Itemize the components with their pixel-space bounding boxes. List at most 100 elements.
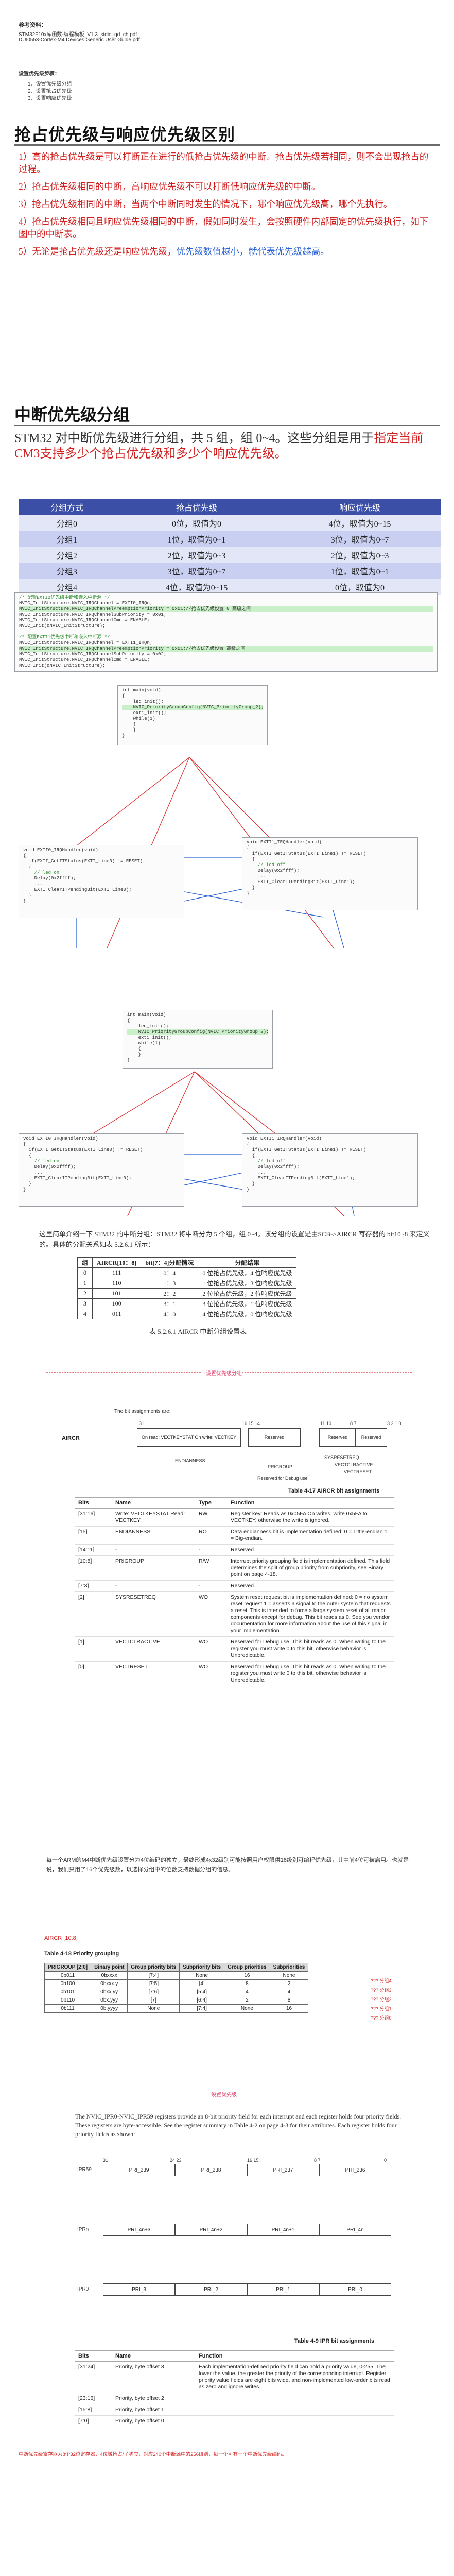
table-row: 0b100 0bxxx.y [7:5] [4] 8 2 xyxy=(44,1979,309,1988)
divider-title: 设置优先级分组 xyxy=(206,1371,242,1377)
table-cell: [2] xyxy=(75,1591,112,1637)
table-row: 3 100 3：1 3 位抢占优先级，1 位响应优先级 xyxy=(77,1298,297,1309)
field-label: PRIGROUP xyxy=(268,1464,293,1469)
code-line: { xyxy=(247,1153,255,1158)
code-text: void EXTI0_IRQHandler(void){ if(EXTI_Get… xyxy=(19,1134,184,1195)
table-cell: 2 xyxy=(269,1979,309,1988)
code-text: void EXTI0_IRQHandler(void){ if(EXTI_Get… xyxy=(19,845,184,906)
table-row: [7:3] - - Reserved. xyxy=(75,1580,394,1592)
table-row: 分组1 1位，取值为0~1 3位，取值为0~7 xyxy=(19,531,442,547)
code-line: } xyxy=(247,1187,250,1192)
nvic-config-code: /* 配置EXTI0优先级中断和嵌入中断源 */NVIC_InitStructu… xyxy=(14,592,438,672)
exti0-handler-code: void EXTI0_IRQHandler(void){ if(EXTI_Get… xyxy=(19,845,184,918)
table-cell: [7:6] xyxy=(127,1988,180,1996)
table-title: Table 4-9 IPR bit assignments xyxy=(294,2338,375,2344)
bit-label: 24 23 xyxy=(170,2158,182,2163)
chinese-note: 每一个ARM的M4中断优先级设置分为4位编码的独立，最终形成4x32级别可能按照… xyxy=(46,1857,409,1873)
bit-label: 31 xyxy=(139,1421,145,1426)
code-line: } xyxy=(23,1181,32,1187)
code-line: { xyxy=(247,845,250,851)
code-line: { xyxy=(23,1153,32,1158)
table-row: 分组0 0位，取值为0 4位，取值为0~15 xyxy=(19,515,442,531)
aircr-field: Reserved xyxy=(248,1428,301,1447)
table-cell: - xyxy=(196,1544,228,1556)
divider xyxy=(14,425,440,426)
table-row: 1 110 1：3 1 位抢占优先级，3 位响应优先级 xyxy=(77,1278,297,1289)
table-cell: 0bxx.yy xyxy=(91,1988,128,1996)
table-cell: [14:11] xyxy=(75,1544,112,1556)
table-row: 0b110 0bx.yyy [7] [6:4] 2 8 xyxy=(44,1996,309,2005)
code-line: NVIC_InitStructure.NVIC_IRQChannel = EXT… xyxy=(19,601,153,606)
table-cell: 2 xyxy=(224,1996,270,2005)
table-cell: 0b011 xyxy=(44,1971,92,1980)
table-cell: Priority, byte offset 3 xyxy=(112,2361,196,2393)
col-header: 抢占优先级 xyxy=(115,499,278,515)
reference-item: STM32F10x库函数-编程模板_V1.3_stdio_gd_ch.pdf xyxy=(19,32,137,38)
table-cell: [6:4] xyxy=(179,1996,225,2005)
rule-item: 2）抢占优先级相同的中断，高响应优先级不可以打断低响应优先级的中断。 xyxy=(19,181,321,192)
code-line: NVIC_InitStructure.NVIC_IRQChannelPreemp… xyxy=(19,646,433,652)
table-cell: [4] xyxy=(179,1979,225,1988)
code-line: NVIC_InitStructure.NVIC_IRQChannelSubPri… xyxy=(19,652,167,657)
exti1-handler-code: void EXTI1_IRQHandler(void){ if(EXTI_Get… xyxy=(242,837,418,910)
code-text: void EXTI1_IRQHandler(void){ if(EXTI_Get… xyxy=(242,1134,417,1195)
aircr-field: Reserved xyxy=(319,1428,356,1447)
code-line: EXTI_ClearITPendingBit(EXTI_Line1); xyxy=(247,1176,355,1181)
table-cell: 4 xyxy=(269,1988,309,1996)
table-cell: Register key: Reads as 0x05FA On writes,… xyxy=(228,1508,394,1527)
code-text: int main(void){ led_init(); NVIC_Priorit… xyxy=(123,1010,272,1065)
table-cell: Write: VECTKEYSTAT Read: VECTKEY xyxy=(112,1508,196,1527)
table-cell: [1] xyxy=(75,1636,112,1662)
code-line: int main(void) xyxy=(122,688,161,693)
ipr-field: PRI_4n xyxy=(319,2224,391,2236)
table-row: 0b011 0bxxxx [7:4] None 16 None xyxy=(44,1971,309,1980)
priority-group-table: 分组方式 抢占优先级 响应优先级 分组0 0位，取值为0 4位，取值为0~15 分组… xyxy=(19,499,442,595)
table-cell: 0b101 xyxy=(44,1988,92,1996)
table-cell: R/W xyxy=(196,1555,228,1581)
table-cell: None xyxy=(269,1971,309,1980)
code-line: } xyxy=(247,885,255,890)
code-line: Delay(0x2ffff); xyxy=(23,1164,76,1170)
code-line: led_init(); xyxy=(122,699,164,704)
code-line: // led on xyxy=(23,1159,60,1164)
table-cell: System reset request bit is implementati… xyxy=(228,1591,394,1637)
references-title: 参考资料： xyxy=(19,22,47,28)
table-row: 0b101 0bxx.yy [7:6] [5:4] 4 4 xyxy=(44,1988,309,1996)
table-cell: [7:5] xyxy=(127,1979,180,1988)
table-cell: 8 xyxy=(269,1996,309,2005)
table-cell: 0bxxx.y xyxy=(91,1979,128,1988)
code-line: void EXTI0_IRQHandler(void) xyxy=(23,848,98,853)
table-row: [10:8] PRIGROUP R/W Interrupt priority grou… xyxy=(75,1555,394,1581)
step-item: 2、设置抢占优先级 xyxy=(28,89,72,94)
table-cell: [23:16] xyxy=(75,2393,112,2404)
table-cell: 8 xyxy=(224,1979,270,1988)
code-line: exti_init(); xyxy=(127,1035,172,1040)
bit-label: 8 7 xyxy=(314,2158,321,2163)
code-text: int main(void){ led_init(); NVIC_Priorit… xyxy=(118,686,267,741)
ipr-intro: The NVIC_IPR0-NVIC_IPR59 registers provi… xyxy=(75,2113,401,2138)
table-cell: SYSRESETREQ xyxy=(112,1591,196,1637)
code-line: { xyxy=(23,865,32,870)
table-cell: - xyxy=(196,1580,228,1592)
code-line: // led on xyxy=(23,870,60,875)
col-header: 分组方式 xyxy=(19,499,115,515)
code-line: { xyxy=(23,853,26,858)
ipr-field: PRI_239 xyxy=(103,2164,175,2176)
code-line: if(EXTI_GetITStatus(EXTI_Line0) != RESET… xyxy=(23,859,143,864)
code-line: if(EXTI_GetITStatus(EXTI_Line1) != RESET… xyxy=(247,851,366,856)
table-cell: RW xyxy=(196,1508,228,1527)
code-line: /* 配置EXTI0优先级中断和嵌入中断源 */ xyxy=(19,595,110,600)
table-cell: 0b.yyyy xyxy=(91,2004,128,2013)
aircr-ref: AIRCR [10:8] xyxy=(44,1935,78,1941)
priority-grouping-table: PRIGROUP [2:0] Binary point Group priority… xyxy=(44,1963,309,2013)
table-row: [14:11] - - Reserved xyxy=(75,1544,394,1556)
dashed-divider xyxy=(242,1372,412,1374)
ipr-register-label: IPR0 xyxy=(77,2286,89,2292)
table-cell: Data endianness bit is implementation de… xyxy=(228,1526,394,1545)
step-item: 3、设置响应优先级 xyxy=(28,96,72,101)
table-row: 2 101 2：2 2 位抢占优先级，2 位响应优先级 xyxy=(77,1288,297,1299)
table-cell: 0bx.yyy xyxy=(91,1996,128,2005)
table-row: [31:16] Write: VECTKEYSTAT Read: VECTKEY R… xyxy=(75,1508,394,1527)
table-row: [31:24] Priority, byte offset 3 Each imple… xyxy=(75,2361,394,2393)
table-row: 0 111 0：4 0 位抢占优先级，4 位响应优先级 xyxy=(77,1267,297,1278)
